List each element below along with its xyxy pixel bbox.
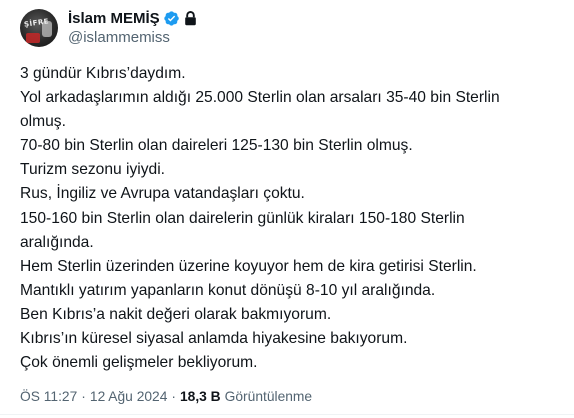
meta-separator: · [171,389,176,404]
tweet-text: 3 gündür Kıbrıs’daydım. Yol arkadaşlarım… [20,62,560,375]
avatar-accent [26,33,40,43]
tweet-line: aralığında. [20,233,94,251]
tweet-line: 70-80 bin Sterlin olan daireleri 125-130… [20,137,413,155]
tweet-line: Hem Sterlin üzerinden üzerine koyuyor he… [20,257,477,275]
handle[interactable]: @islammemiss [68,28,197,48]
tweet-header: ŞİFRE İslam MEMİŞ @islammemiss [20,6,197,50]
divider [0,414,574,415]
name-row: İslam MEMİŞ [68,8,197,28]
views-count: 18,3 B [180,389,221,404]
lock-icon [184,10,196,25]
display-name[interactable]: İslam MEMİŞ [68,10,160,27]
tweet-line: 150-160 bin Sterlin olan dairelerin günl… [20,209,465,227]
tweet-meta: ÖS 11:27 · 12 Ağu 2024 · 18,3 B Görüntül… [20,389,312,404]
tweet-line: Çok önemli gelişmeler bekliyorum. [20,354,258,372]
views-label: Görüntülenme [224,389,313,404]
author-names: İslam MEMİŞ @islammemiss [68,8,197,48]
meta-separator: · [81,389,86,404]
avatar[interactable]: ŞİFRE [20,9,58,47]
tweet-line: Yol arkadaşlarımın aldığı 25.000 Sterlin… [20,89,500,107]
tweet-time[interactable]: ÖS 11:27 [20,389,77,404]
verified-badge-icon[interactable] [163,10,180,27]
tweet-line: Mantıklı yatırım yapanların konut dönüşü… [20,281,436,299]
tweet-line: Rus, İngiliz ve Avrupa vatandaşları çokt… [20,185,305,203]
tweet-line: 3 gündür Kıbrıs’daydım. [20,65,186,82]
tweet-line: Turizm sezonu iyiydi. [20,161,166,179]
tweet-line: Ben Kıbrıs’a nakit değeri olarak bakmıyo… [20,305,332,323]
tweet-card: ŞİFRE İslam MEMİŞ @islammemiss 3 gündür … [0,0,574,418]
tweet-line: Kıbrıs’ın küresel siyasal anlamda hiyake… [20,330,408,348]
tweet-date[interactable]: 12 Ağu 2024 [90,389,168,404]
tweet-line: olmuş. [20,113,66,131]
